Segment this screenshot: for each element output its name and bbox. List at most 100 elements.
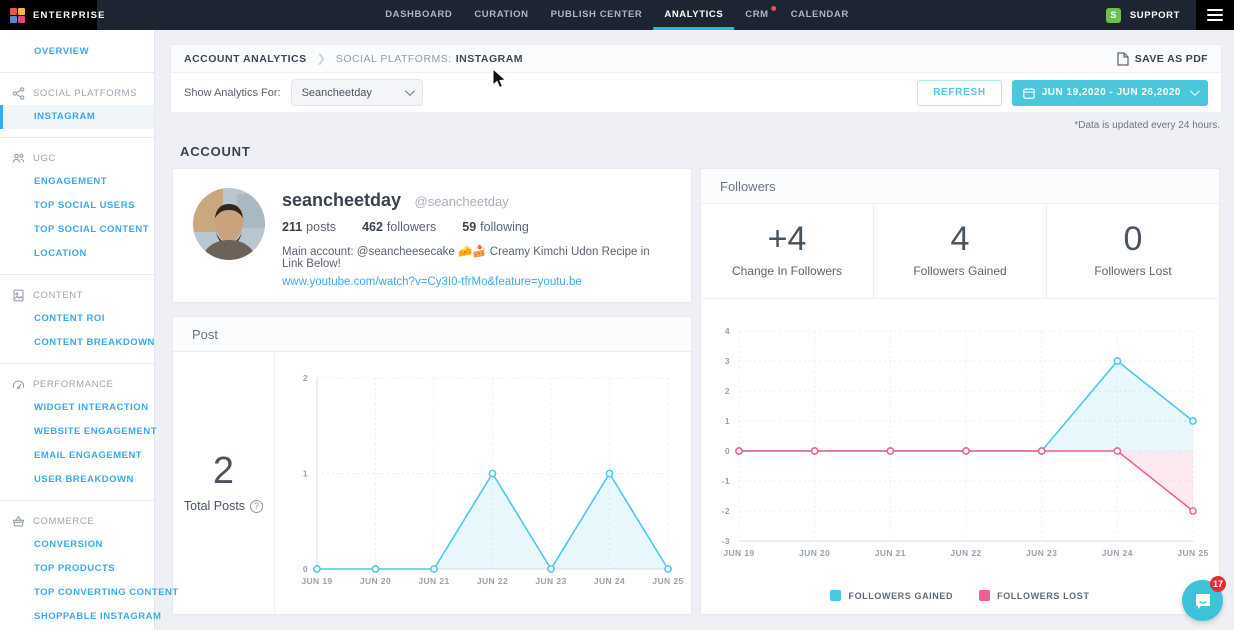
sidebar-item-content-breakdown[interactable]: CONTENT BREAKDOWN	[0, 331, 154, 355]
sidebar-item-conversion[interactable]: CONVERSION	[0, 533, 154, 557]
sidebar-item-top-social-content[interactable]: TOP SOCIAL CONTENT	[0, 218, 154, 242]
followers-card: Followers +4 Change In Followers 4 Follo…	[700, 168, 1220, 615]
nav-item-dashboard[interactable]: DASHBOARD	[374, 0, 463, 30]
data-point	[606, 470, 612, 476]
svg-text:-1: -1	[722, 476, 730, 486]
profile-card: seancheetday @seancheetday 211posts 462f…	[172, 168, 692, 303]
filter-bar: Show Analytics For: Seancheetday REFRESH…	[171, 73, 1221, 112]
refresh-button[interactable]: REFRESH	[917, 80, 1002, 106]
svg-text:4: 4	[725, 326, 730, 336]
sidebar-item-engagement[interactable]: ENGAGEMENT	[0, 170, 154, 194]
stat-followers: 462followers	[362, 220, 436, 234]
sidebar-item-email-engagement[interactable]: EMAIL ENGAGEMENT	[0, 444, 154, 468]
profile-handle: @seancheetday	[415, 194, 509, 209]
save-as-pdf-button[interactable]: SAVE AS PDF	[1117, 52, 1208, 66]
svg-text:JUN 20: JUN 20	[360, 576, 391, 586]
account-select-value: Seancheetday	[302, 87, 372, 99]
toolbar-panel: ACCOUNT ANALYTICS ❯ SOCIAL PLATFORMS: IN…	[170, 44, 1222, 113]
sidebar-item-widget-interaction[interactable]: WIDGET INTERACTION	[0, 396, 154, 420]
file-image-icon	[12, 289, 25, 302]
support-link[interactable]: SUPPORT	[1130, 10, 1180, 21]
data-point	[812, 448, 818, 454]
sidebar-item-top-converting-content[interactable]: TOP CONVERTING CONTENT	[0, 581, 154, 605]
svg-text:JUN 23: JUN 23	[535, 576, 566, 586]
data-point	[431, 566, 437, 572]
legend-swatch	[830, 590, 841, 601]
nav-item-calendar[interactable]: CALENDAR	[780, 0, 860, 30]
sidebar-item-website-engagement[interactable]: WEBSITE ENGAGEMENT	[0, 420, 154, 444]
nav-item-publish-center[interactable]: PUBLISH CENTER	[540, 0, 654, 30]
sidebar-item-instagram[interactable]: INSTAGRAM	[0, 105, 154, 129]
sidebar-section-ugc: UGC	[0, 146, 154, 170]
brand[interactable]: ENTERPRISE	[0, 0, 97, 30]
svg-text:0: 0	[303, 564, 308, 574]
svg-text:JUN 22: JUN 22	[477, 576, 508, 586]
sidebar-section-content: CONTENT	[0, 283, 154, 307]
profile-bio: Main account: @seancheesecake 🧀🍰 Creamy …	[282, 244, 671, 270]
svg-text:2: 2	[303, 373, 308, 383]
data-point	[665, 566, 671, 572]
svg-text:JUN 21: JUN 21	[875, 548, 906, 558]
nav-item-analytics[interactable]: ANALYTICS	[653, 0, 734, 30]
legend-swatch	[979, 590, 990, 601]
sidebar-section-commerce: COMMERCE	[0, 509, 154, 533]
account-select-dropdown[interactable]: Seancheetday	[291, 79, 423, 106]
chat-widget-button[interactable]: 17	[1182, 580, 1223, 621]
profile-stats: 211posts 462followers 59following	[282, 220, 671, 234]
legend-label: FOLLOWERS LOST	[997, 591, 1089, 601]
gauge-icon	[12, 378, 25, 391]
file-pdf-icon	[1117, 52, 1129, 66]
divider	[0, 137, 154, 138]
main-content: ACCOUNT ANALYTICS ❯ SOCIAL PLATFORMS: IN…	[155, 30, 1234, 630]
svg-text:JUN 25: JUN 25	[1177, 548, 1208, 558]
total-posts-value: 2	[173, 450, 274, 493]
sidebar-item-top-products[interactable]: TOP PRODUCTS	[0, 557, 154, 581]
legend-label: FOLLOWERS GAINED	[848, 591, 953, 601]
brand-logo-icon	[10, 8, 25, 23]
data-point	[1114, 448, 1120, 454]
svg-text:JUN 23: JUN 23	[1026, 548, 1057, 558]
user-group-icon	[12, 152, 25, 165]
stat-followers-lost: 0 Followers Lost	[1046, 204, 1219, 298]
sidebar: OVERVIEW SOCIAL PLATFORMS INSTAGRAM UGC …	[0, 30, 155, 630]
post-card: Post 2 Total Posts ? 012JUN 19JUN 20JUN …	[172, 316, 692, 615]
help-icon[interactable]: ?	[250, 500, 263, 513]
crm-notification-dot	[771, 6, 776, 11]
sidebar-item-top-social-users[interactable]: TOP SOCIAL USERS	[0, 194, 154, 218]
chevron-down-icon	[405, 86, 415, 96]
divider	[0, 500, 154, 501]
sidebar-item-shoppable-instagram[interactable]: SHOPPABLE INSTAGRAM	[0, 605, 154, 629]
sidebar-item-user-breakdown[interactable]: USER BREAKDOWN	[0, 468, 154, 492]
data-point	[1114, 358, 1120, 364]
sidebar-item-location[interactable]: LOCATION	[0, 242, 154, 266]
date-range-button[interactable]: JUN 19,2020 - JUN 26,2020	[1012, 80, 1208, 106]
svg-text:1: 1	[303, 469, 308, 479]
sidebar-item-overview[interactable]: OVERVIEW	[0, 40, 154, 64]
brand-name: ENTERPRISE	[33, 10, 106, 21]
followers-stats: +4 Change In Followers 4 Followers Gaine…	[701, 204, 1219, 299]
nav-item-crm[interactable]: CRM	[734, 0, 779, 30]
profile-link[interactable]: www.youtube.com/watch?v=Cy3I0-tfrMo&feat…	[282, 276, 671, 288]
sidebar-section-social-platforms: SOCIAL PLATFORMS	[0, 81, 154, 105]
chart-legend: FOLLOWERS GAINED FOLLOWERS LOST	[701, 590, 1219, 601]
sidebar-section-performance: PERFORMANCE	[0, 372, 154, 396]
support-avatar-badge[interactable]: S	[1106, 8, 1121, 23]
total-posts-summary: 2 Total Posts ?	[173, 352, 275, 615]
sidebar-item-content-roi[interactable]: CONTENT ROI	[0, 307, 154, 331]
hamburger-menu-icon[interactable]	[1196, 0, 1234, 30]
breadcrumb-account-analytics[interactable]: ACCOUNT ANALYTICS	[184, 53, 307, 65]
account-section-title: ACCOUNT	[180, 144, 1234, 159]
date-range-value: JUN 19,2020 - JUN 26,2020	[1042, 87, 1181, 98]
chat-bubble-icon	[1193, 591, 1213, 611]
post-chart: 012JUN 19JUN 20JUN 21JUN 22JUN 23JUN 24J…	[275, 352, 690, 615]
stat-change-in-followers: +4 Change In Followers	[701, 204, 873, 298]
svg-text:JUN 25: JUN 25	[652, 576, 683, 586]
nav-right: S SUPPORT	[1106, 0, 1234, 30]
post-card-title: Post	[173, 317, 691, 352]
show-analytics-for-label: Show Analytics For:	[184, 87, 281, 99]
svg-text:JUN 24: JUN 24	[1102, 548, 1133, 558]
chevron-right-icon: ❯	[317, 52, 326, 65]
nav-item-curation[interactable]: CURATION	[463, 0, 539, 30]
breadcrumb-platform-name: INSTAGRAM	[456, 53, 523, 65]
avatar	[193, 188, 265, 260]
